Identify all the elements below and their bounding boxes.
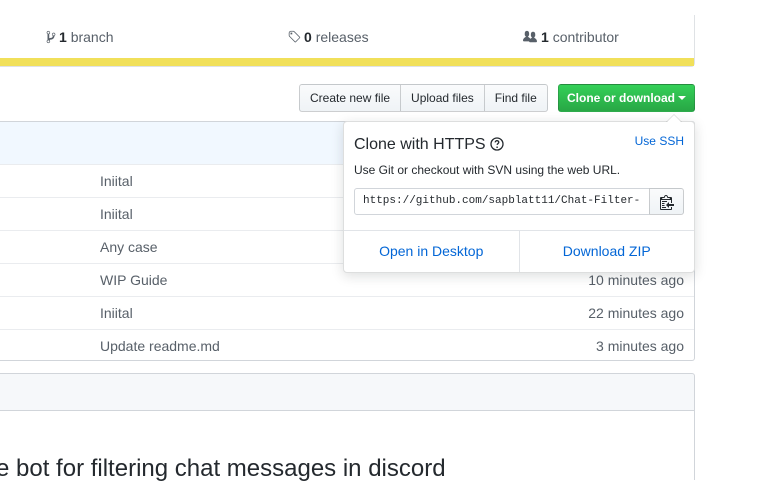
releases-stat[interactable]: 0 releases <box>287 29 369 45</box>
open-in-desktop-button[interactable]: Open in Desktop <box>344 231 519 272</box>
commit-message[interactable]: Iniital <box>100 173 133 189</box>
clone-or-download-button[interactable]: Clone or download <box>558 84 695 112</box>
file-navigation-buttons: Create new file Upload files Find file <box>299 84 548 112</box>
clone-popover: Clone with HTTPS Use SSH Use Git or chec… <box>343 114 695 273</box>
contributors-label: contributor <box>552 29 619 45</box>
clone-title: Clone with HTTPS <box>354 136 504 154</box>
repo-numbers-summary: 1 branch 0 releases 1 contributor <box>0 15 695 67</box>
clone-url-group: https://github.com/sapblatt11/Chat-Filte… <box>354 188 684 215</box>
branches-stat[interactable]: 1 branch <box>46 29 114 45</box>
download-zip-button[interactable]: Download ZIP <box>518 231 695 272</box>
clone-actions: Open in Desktop Download ZIP <box>344 230 694 272</box>
releases-count: 0 <box>304 29 312 45</box>
readme-header <box>0 373 695 411</box>
caret-down-icon <box>678 96 686 100</box>
commit-message[interactable]: Update readme.md <box>100 338 220 354</box>
branches-label: branch <box>70 29 114 45</box>
table-row[interactable]: Iniital 22 minutes ago <box>0 296 694 330</box>
branches-count: 1 <box>59 29 67 45</box>
commit-message[interactable]: Iniital <box>100 305 133 321</box>
language-bar <box>0 58 694 66</box>
clipboard-icon <box>659 194 674 210</box>
contributors-stat[interactable]: 1 contributor <box>522 29 619 45</box>
upload-files-button[interactable]: Upload files <box>400 84 485 112</box>
clone-title-text: Clone with HTTPS <box>354 136 486 153</box>
popover-arrow <box>666 114 682 122</box>
commit-age: 22 minutes ago <box>588 305 684 321</box>
branch-icon <box>46 30 56 44</box>
people-icon <box>523 30 537 43</box>
table-row[interactable]: Update readme.md 3 minutes ago <box>0 329 694 363</box>
commit-message[interactable]: Any case <box>100 239 158 255</box>
question-icon[interactable] <box>489 137 504 151</box>
commit-age: 3 minutes ago <box>596 338 684 354</box>
contributors-count: 1 <box>541 29 549 45</box>
commit-message[interactable]: WIP Guide <box>100 272 167 288</box>
readme-heading: e bot for filtering chat messages in dis… <box>0 455 446 482</box>
clone-url-input[interactable]: https://github.com/sapblatt11/Chat-Filte… <box>354 188 650 215</box>
commit-message[interactable]: Iniital <box>100 206 133 222</box>
clone-description: Use Git or checkout with SVN using the w… <box>354 163 621 177</box>
clone-or-download-label: Clone or download <box>567 91 675 105</box>
releases-label: releases <box>315 29 369 45</box>
use-ssh-link[interactable]: Use SSH <box>635 134 684 148</box>
create-new-file-button[interactable]: Create new file <box>299 84 402 112</box>
copy-url-button[interactable] <box>649 188 684 215</box>
tag-icon <box>288 30 301 43</box>
commit-age: 10 minutes ago <box>588 272 684 288</box>
find-file-button[interactable]: Find file <box>483 84 548 112</box>
